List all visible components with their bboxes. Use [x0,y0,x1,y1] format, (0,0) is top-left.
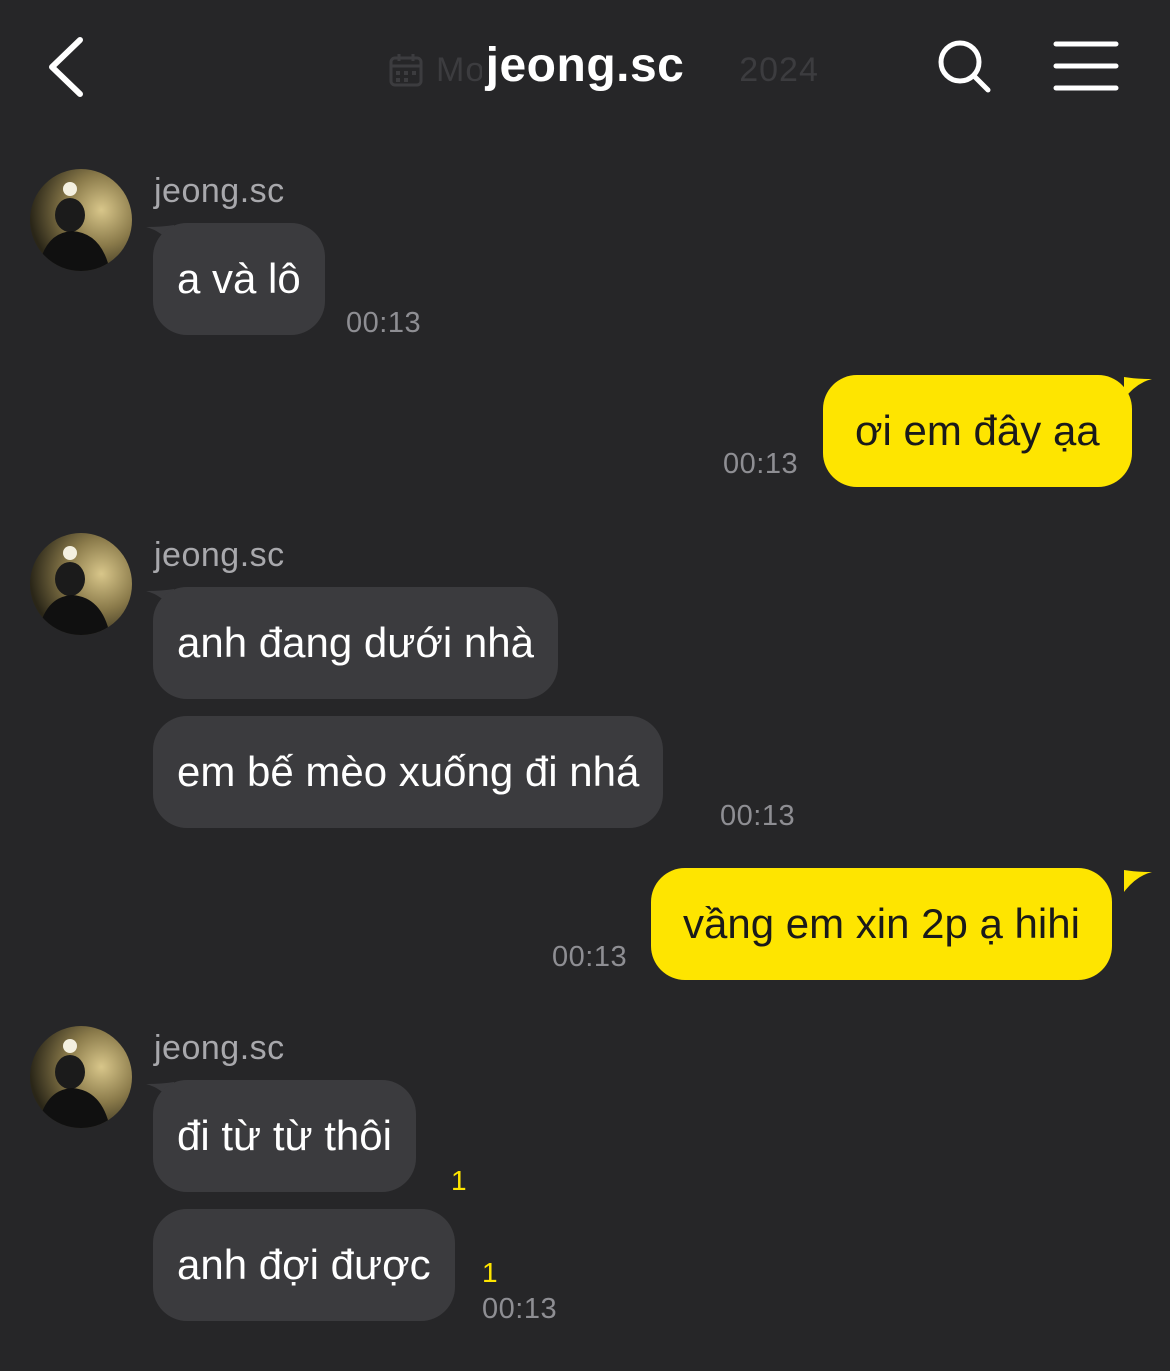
avatar[interactable] [30,533,132,635]
search-button[interactable] [932,36,998,96]
message-time: 00:13 [720,800,796,832]
message-bubble[interactable]: anh đang dưới nhà [153,587,558,699]
sender-name: jeong.sc [154,172,285,210]
bubble-tail [1124,377,1152,399]
sender-name: jeong.sc [154,1029,285,1067]
message-time: 00:13 [552,941,628,973]
message-bubble[interactable]: đi từ từ thôi [153,1080,416,1192]
hamburger-menu-icon [1053,41,1119,91]
message-time: 00:13 [723,448,799,480]
message-bubble[interactable]: ơi em đây ạa [823,375,1132,487]
chat-title-text: jeong.sc [481,39,689,92]
profile-photo [30,1026,132,1128]
message-time: 00:13 [482,1293,558,1325]
avatar[interactable] [30,1026,132,1128]
chat-screen: Mo 2024 jeong.sc jeong.sc a và lô 00:13 … [0,0,1170,1371]
profile-photo [30,169,132,271]
profile-photo [30,533,132,635]
message-bubble[interactable]: anh đợi được [153,1209,455,1321]
message-bubble[interactable]: vầng em xin 2p ạ hihi [651,868,1112,980]
search-icon [938,40,991,93]
avatar[interactable] [30,169,132,271]
message-time: 00:13 [346,307,422,339]
message-bubble[interactable]: a và lô [153,223,325,335]
bubble-tail [1124,870,1152,892]
chat-header: Mo 2024 jeong.sc [0,0,1170,140]
unread-count: 1 [482,1257,498,1288]
menu-button[interactable] [1050,38,1124,94]
message-bubble[interactable]: em bế mèo xuống đi nhá [153,716,664,828]
sender-name: jeong.sc [154,536,285,574]
unread-count: 1 [451,1165,467,1196]
